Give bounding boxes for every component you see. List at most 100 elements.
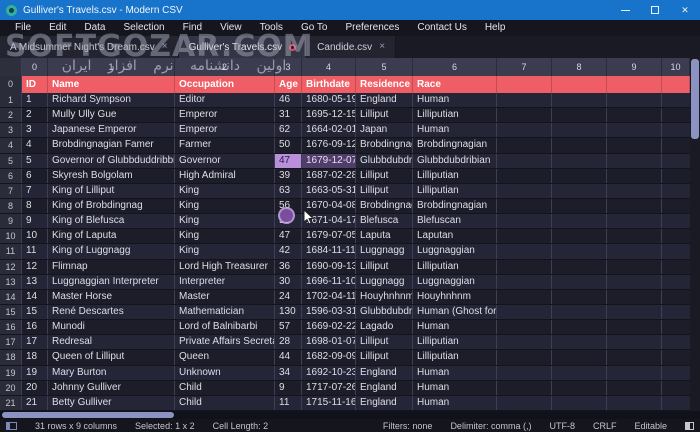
cell[interactable]: King [175, 183, 275, 198]
cell[interactable]: 19 [22, 365, 48, 380]
cell[interactable]: 3 [22, 123, 48, 138]
cell[interactable]: 6 [22, 168, 48, 183]
cell[interactable]: 1 [22, 93, 48, 108]
cell[interactable]: Japanese Emperor [48, 123, 175, 138]
cell[interactable] [607, 183, 662, 198]
cell[interactable]: Lilliputian [413, 350, 497, 365]
cell[interactable] [552, 183, 607, 198]
cell[interactable]: 34 [275, 365, 302, 380]
cell[interactable]: Lilliputian [413, 108, 497, 123]
row-header-7[interactable]: 7 [0, 183, 22, 198]
cell[interactable] [607, 365, 662, 380]
cell[interactable] [607, 350, 662, 365]
row-header-12[interactable]: 12 [0, 259, 22, 274]
cell[interactable]: 1663-05-31 [302, 183, 356, 198]
cell[interactable] [497, 259, 552, 274]
cell[interactable]: Interpreter [175, 274, 275, 289]
cell[interactable] [607, 380, 662, 395]
cell[interactable] [552, 274, 607, 289]
cell[interactable] [662, 138, 690, 153]
cell[interactable]: King [175, 198, 275, 214]
cell[interactable]: 30 [275, 274, 302, 289]
cell[interactable] [662, 244, 690, 259]
cell[interactable] [497, 304, 552, 320]
cell[interactable] [552, 259, 607, 274]
menu-selection[interactable]: Selection [114, 20, 173, 36]
cell[interactable] [607, 259, 662, 274]
vertical-scrollbar-thumb[interactable] [691, 59, 699, 139]
cell[interactable]: Master Horse [48, 289, 175, 304]
cell[interactable] [662, 335, 690, 350]
cell[interactable]: 1679-07-05 [302, 229, 356, 244]
cell[interactable]: England [356, 395, 413, 410]
cell[interactable]: 130 [275, 304, 302, 320]
cell[interactable] [662, 198, 690, 214]
status-delimiter[interactable]: Delimiter: comma (,) [450, 421, 531, 431]
cell[interactable]: 1702-04-11 [302, 289, 356, 304]
cell[interactable]: 24 [275, 289, 302, 304]
cell[interactable]: Laputa [356, 229, 413, 244]
cell[interactable]: 21 [22, 395, 48, 410]
cell[interactable] [552, 244, 607, 259]
cell[interactable]: Human [413, 395, 497, 410]
cell[interactable]: Lilliputian [413, 335, 497, 350]
cell[interactable]: Luggnaggian [413, 274, 497, 289]
cell[interactable] [662, 289, 690, 304]
cell[interactable]: Brobdingnag [356, 138, 413, 153]
cell[interactable]: 12 [22, 259, 48, 274]
column-header-0[interactable]: 0 [22, 58, 48, 76]
row-header-19[interactable]: 19 [0, 365, 22, 380]
row-header-3[interactable]: 3 [0, 123, 22, 138]
cell[interactable]: 1679-12-07 [302, 153, 356, 168]
cell[interactable]: 9 [22, 214, 48, 229]
cell[interactable]: 1680-05-19 [302, 93, 356, 108]
cell[interactable]: 1692-10-23 [302, 365, 356, 380]
cell[interactable]: 1695-12-15 [302, 108, 356, 123]
cell[interactable]: Japan [356, 123, 413, 138]
cell[interactable] [497, 335, 552, 350]
cell[interactable] [662, 123, 690, 138]
cell[interactable]: 1676-09-12 [302, 138, 356, 153]
cell[interactable] [497, 229, 552, 244]
header-cell-name[interactable]: Name [48, 76, 175, 93]
cell[interactable] [662, 168, 690, 183]
cell[interactable]: 1698-01-07 [302, 335, 356, 350]
cell[interactable] [552, 350, 607, 365]
cell[interactable]: Johnny Gulliver [48, 380, 175, 395]
cell[interactable]: Queen [175, 350, 275, 365]
header-cell[interactable] [662, 76, 690, 93]
cell[interactable]: Redresal [48, 335, 175, 350]
cell[interactable]: 31 [275, 108, 302, 123]
menu-view[interactable]: View [211, 20, 251, 36]
cell[interactable]: King [175, 214, 275, 229]
status-editable[interactable]: Editable [634, 421, 667, 431]
column-header-4[interactable]: 4 [302, 58, 356, 76]
cell[interactable]: Blefusca [356, 214, 413, 229]
cell[interactable] [607, 304, 662, 320]
cell[interactable] [662, 93, 690, 108]
header-cell-occupation[interactable]: Occupation [175, 76, 275, 93]
cell[interactable]: 47 [275, 229, 302, 244]
cell[interactable]: King of Luggnagg [48, 244, 175, 259]
header-cell-age[interactable]: Age [275, 76, 302, 93]
cell[interactable]: 14 [22, 289, 48, 304]
cell[interactable] [552, 335, 607, 350]
cell[interactable]: 1687-02-28 [302, 168, 356, 183]
cell[interactable] [552, 93, 607, 108]
column-header-5[interactable]: 5 [356, 58, 413, 76]
cell[interactable] [497, 244, 552, 259]
tab-gulliver-s-travels-csv[interactable]: Gulliver's Travels.csv [178, 36, 308, 58]
vertical-scrollbar[interactable] [690, 58, 700, 411]
cell[interactable] [552, 198, 607, 214]
cell[interactable] [607, 274, 662, 289]
cell[interactable]: 16 [22, 320, 48, 335]
header-cell-birthdate[interactable]: Birthdate [302, 76, 356, 93]
minimize-button[interactable] [610, 0, 640, 20]
cell[interactable] [497, 320, 552, 335]
cell[interactable]: Mathematician [175, 304, 275, 320]
cell[interactable]: Lilliput [356, 108, 413, 123]
cell[interactable] [552, 153, 607, 168]
cell[interactable] [607, 153, 662, 168]
cell[interactable]: Farmer [175, 138, 275, 153]
row-header-0[interactable]: 0 [0, 76, 22, 93]
